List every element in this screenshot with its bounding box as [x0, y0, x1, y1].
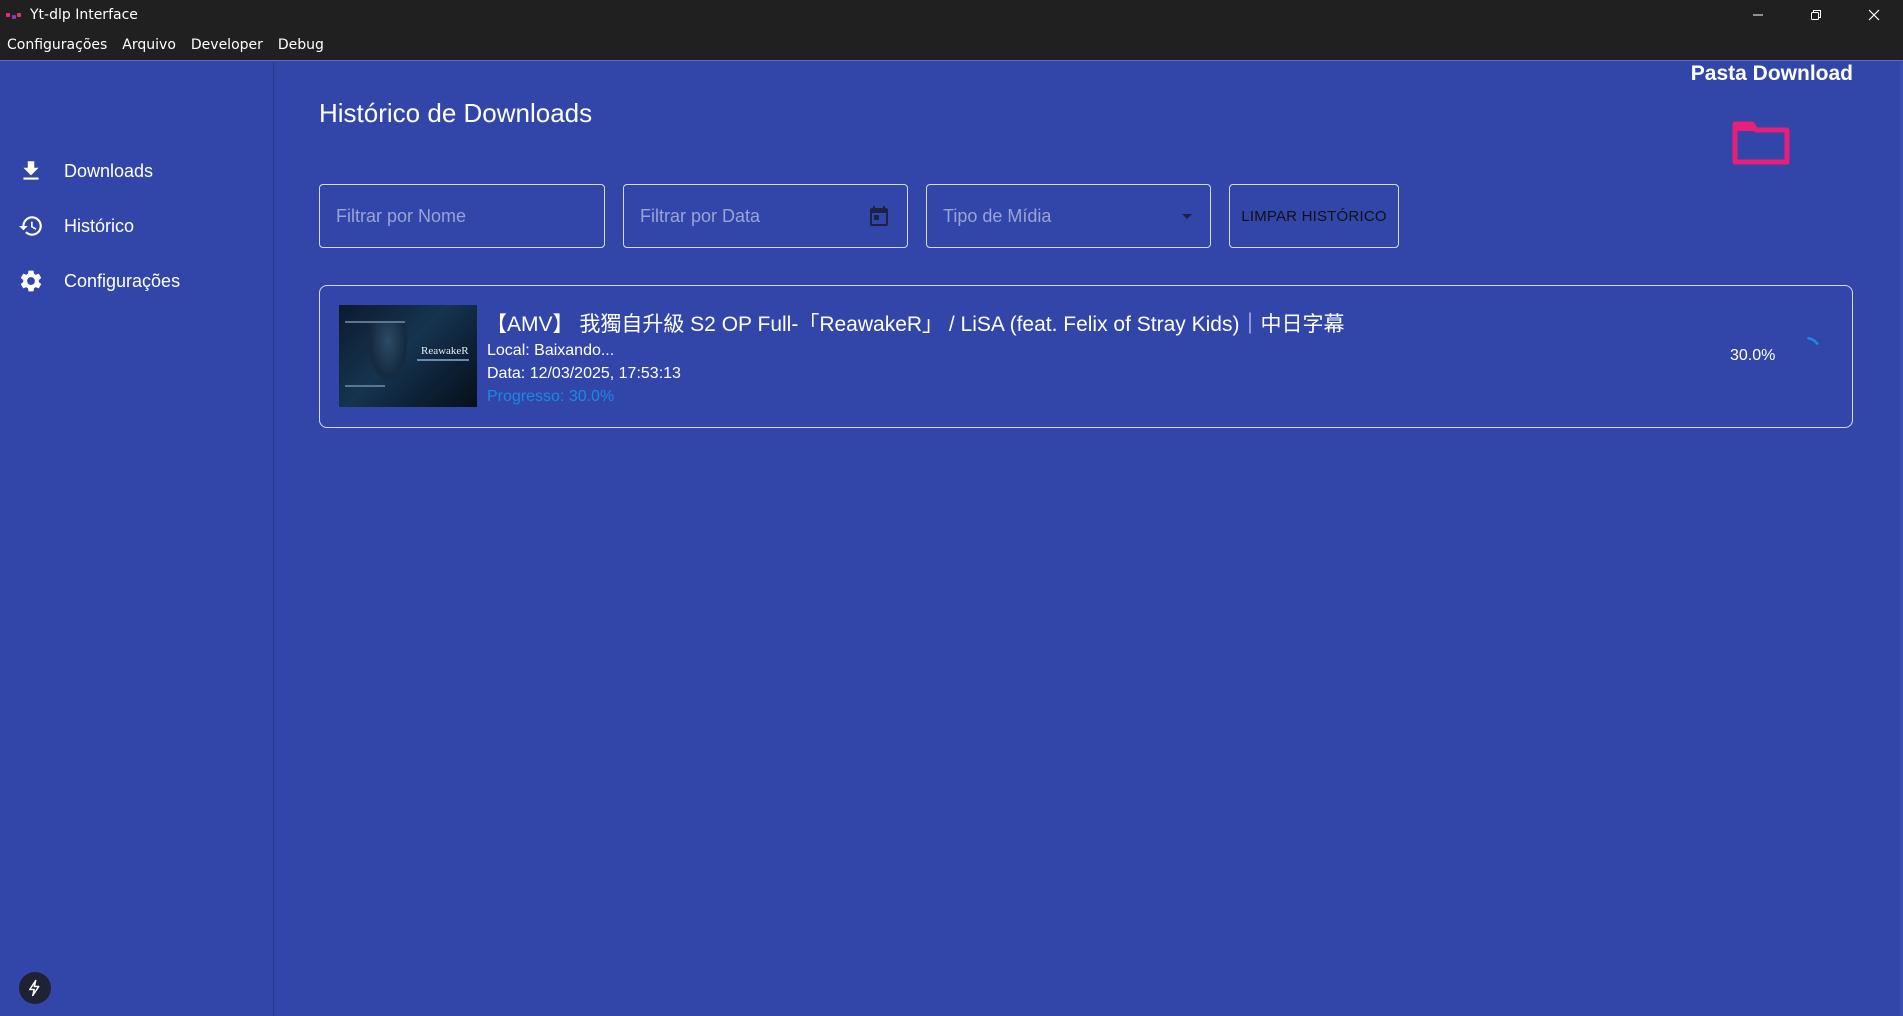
bolt-icon: [29, 979, 40, 997]
gear-icon: [20, 270, 42, 292]
history-item-date: Data: 12/03/2025, 17:53:13: [487, 365, 681, 382]
name-filter-input[interactable]: Filtrar por Nome: [319, 184, 605, 248]
media-type-placeholder: Tipo de Mídia: [943, 205, 1052, 226]
menu-debug[interactable]: Debug: [271, 37, 332, 53]
minimize-button[interactable]: [1729, 0, 1787, 30]
open-folder-button[interactable]: [1730, 116, 1790, 166]
main-content: Histórico de Downloads Pasta Download Fi…: [275, 62, 1903, 1016]
download-icon: [23, 161, 39, 180]
sidebar-item-label: Configurações: [64, 270, 181, 291]
close-button[interactable]: [1845, 0, 1903, 30]
history-item-progress-text: Progresso: 30.0%: [487, 388, 615, 405]
sidebar: Downloads Histórico Configurações: [0, 62, 274, 1016]
progress-spinner-icon: [1790, 336, 1822, 368]
menu-developer[interactable]: Developer: [184, 37, 271, 53]
video-thumbnail: ReawakeR: [339, 305, 477, 407]
restore-button[interactable]: [1787, 0, 1845, 30]
minimize-icon: [1753, 14, 1763, 16]
sidebar-item-label: Histórico: [64, 215, 135, 236]
menu-configuracoes[interactable]: Configurações: [0, 37, 115, 53]
history-item-progress-percent: 30.0%: [1730, 347, 1776, 364]
folder-label: Pasta Download: [1690, 62, 1853, 85]
menu-bar: Configurações Arquivo Developer Debug: [0, 30, 1903, 61]
restore-icon: [1811, 10, 1821, 20]
history-item-title: 【AMV】 我獨自升級 S2 OP Full-「ReawakeR」 / LiSA…: [486, 313, 1345, 336]
name-filter-placeholder: Filtrar por Nome: [336, 205, 467, 226]
sidebar-item-label: Downloads: [64, 160, 154, 181]
sidebar-item-configuracoes[interactable]: Configurações: [18, 266, 180, 296]
sidebar-item-historico[interactable]: Histórico: [18, 211, 134, 241]
media-type-select[interactable]: Tipo de Mídia: [926, 184, 1211, 248]
history-item-card[interactable]: ReawakeR 【AMV】 我獨自升級 S2 OP Full-「Reawake…: [319, 285, 1853, 428]
window-title: Yt-dlp Interface: [30, 7, 138, 23]
title-bar: Yt-dlp Interface: [0, 0, 1903, 30]
calendar-icon[interactable]: [867, 204, 891, 228]
filters-row: Filtrar por Nome Filtrar por Data Tipo d…: [319, 184, 1399, 248]
date-filter-input[interactable]: Filtrar por Data: [623, 184, 908, 248]
clear-history-button[interactable]: LIMPAR HISTÓRICO: [1229, 184, 1399, 248]
app-logo-icon: [6, 9, 24, 21]
folder-icon: [1732, 121, 1790, 165]
sidebar-item-downloads[interactable]: Downloads: [18, 156, 153, 186]
thumbnail-text: ReawakeR: [421, 345, 469, 357]
menu-arquivo[interactable]: Arquivo: [115, 37, 184, 53]
devtools-button[interactable]: [19, 972, 51, 1004]
page-title: Histórico de Downloads: [319, 98, 593, 128]
history-item-location: Local: Baixando...: [487, 342, 615, 359]
history-icon: [19, 216, 42, 236]
chevron-down-icon: [1182, 214, 1192, 219]
close-icon: [1868, 9, 1880, 21]
date-filter-placeholder: Filtrar por Data: [640, 205, 761, 226]
